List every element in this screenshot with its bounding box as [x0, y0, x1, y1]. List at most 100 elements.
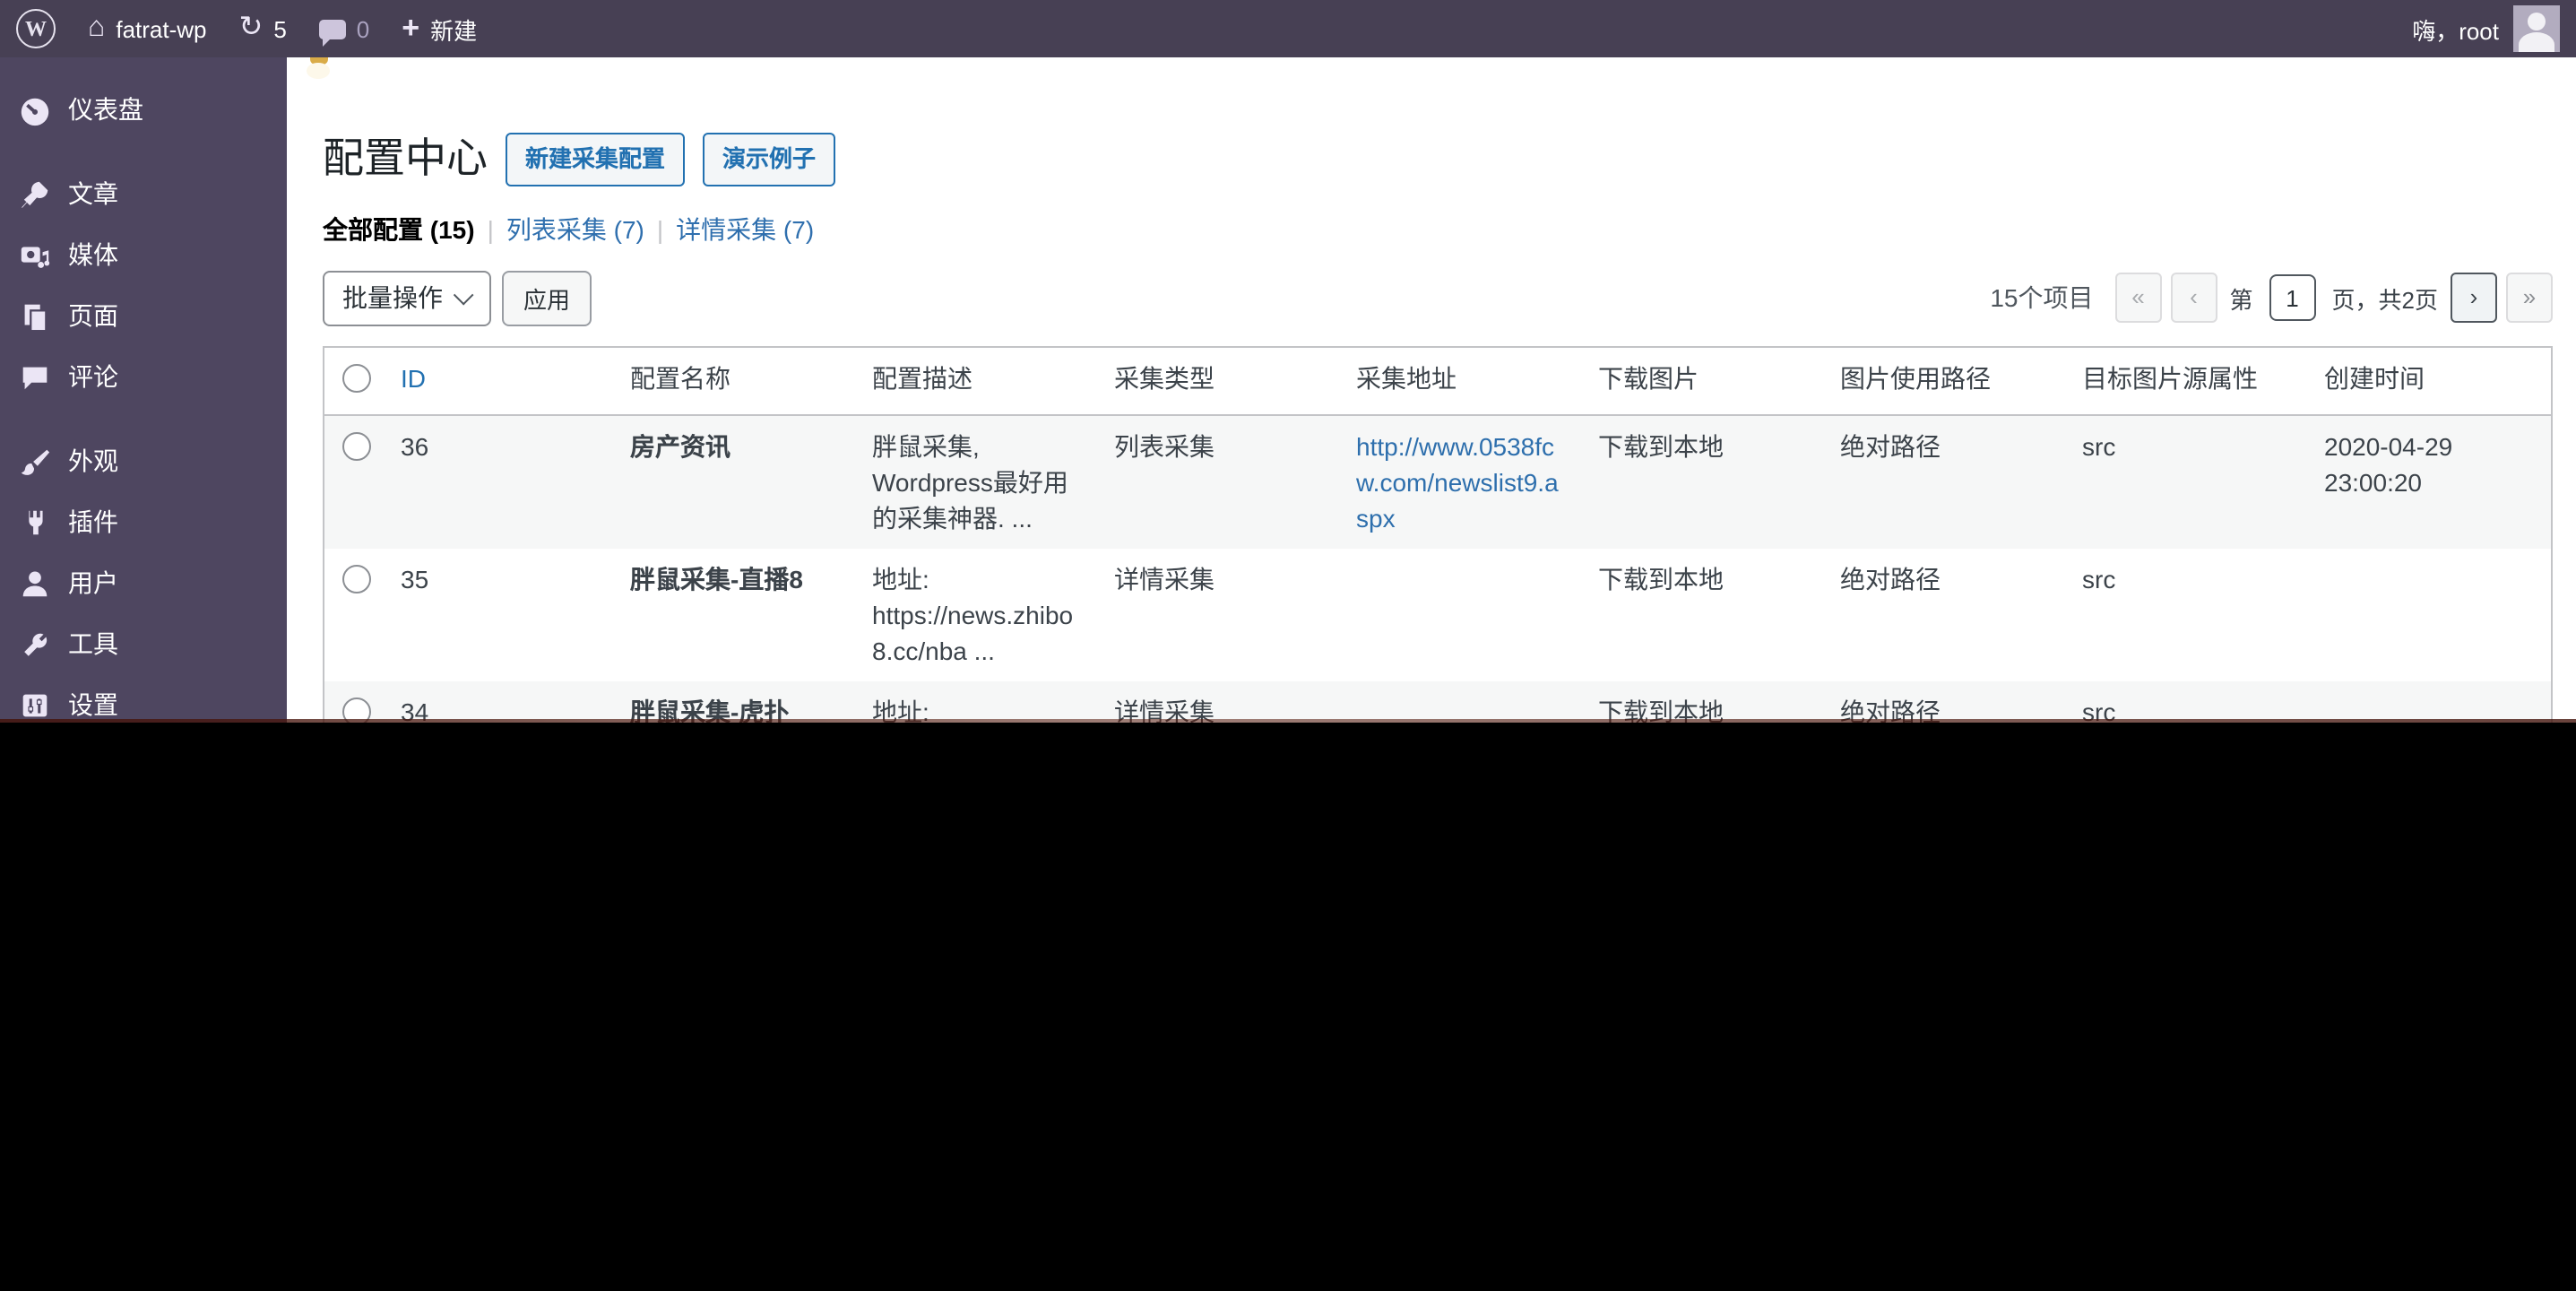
wordpress-admin-window: W ⌂ fatrat-wp ↻ 5 0 + 新建 — [0, 0, 2576, 723]
sidebar-item-appearance-brush[interactable]: 外观 — [0, 430, 287, 491]
filter-separator: | — [657, 215, 663, 244]
wordpress-logo-button[interactable]: W — [0, 0, 72, 57]
filter-links: 全部配置 (15) | 列表采集 (7) | 详情采集 (7) — [323, 212, 2553, 247]
row-checkbox[interactable] — [342, 565, 371, 594]
sidebar-item-comments[interactable]: 评论 — [0, 346, 287, 407]
demo-example-button[interactable]: 演示例子 — [703, 133, 835, 186]
next-page-button[interactable]: › — [2451, 273, 2497, 323]
admin-bar-right: 嗨，root — [2396, 0, 2576, 57]
cell-config-description-text: 胖鼠采集, Wordpress最好用的采集神器. ... — [872, 429, 1078, 536]
greeting-text: 嗨，root — [2412, 12, 2499, 46]
new-content-link[interactable]: + 新建 — [385, 0, 493, 57]
chevron-down-icon — [454, 284, 474, 305]
sidebar-item-pages[interactable]: 页面 — [0, 285, 287, 346]
sidebar-item-posts-pin[interactable]: 文章 — [0, 163, 287, 224]
sidebar-item-label: 工具 — [68, 626, 118, 662]
header-cell: 图片使用路径 — [1822, 347, 2064, 415]
filter-item: 详情采集 (7) — [676, 212, 814, 247]
filter-link-2[interactable]: 详情采集 (7) — [676, 212, 814, 247]
cell-checkbox — [324, 681, 383, 723]
filter-separator: | — [488, 215, 494, 244]
cell-id: 34 — [383, 681, 612, 723]
sort-by-id-link[interactable]: ID — [401, 364, 426, 393]
tools-wrench-icon — [16, 626, 52, 662]
my-account-link[interactable]: 嗨，root — [2396, 0, 2576, 57]
select-all-checkbox[interactable] — [342, 364, 371, 393]
current-page-input[interactable] — [2269, 274, 2316, 321]
cell-collect-type: 详情采集 — [1096, 681, 1338, 723]
sidebar-item-settings-sliders[interactable]: 设置 — [0, 674, 287, 723]
bulk-action-select[interactable]: 批量操作 — [323, 270, 491, 325]
comments-link[interactable]: 0 — [303, 0, 385, 57]
header-cell: 采集地址 — [1338, 347, 1580, 415]
cell-collect-url — [1338, 549, 1580, 681]
cell-id: 36 — [383, 415, 612, 549]
table-row: 35胖鼠采集-直播8地址: https://news.zhibo8.cc/nba… — [324, 549, 2552, 681]
cell-collect-type: 列表采集 — [1096, 415, 1338, 549]
cell-created-time — [2306, 549, 2552, 681]
pages-icon — [16, 298, 52, 334]
items-total: 15个项目 — [1990, 280, 2093, 316]
new-collect-config-button[interactable]: 新建采集配置 — [506, 133, 685, 186]
table-nav: 批量操作 应用 15个项目 « ‹ 第 页，共2页 › » — [323, 271, 2553, 325]
media-camera-icon — [16, 237, 52, 273]
cell-config-name: 房产资讯 — [612, 415, 854, 549]
cell-config-name: 胖鼠采集-直播8 — [612, 549, 854, 681]
comment-count: 0 — [357, 15, 369, 42]
dashboard-icon — [16, 91, 52, 127]
comments-bubble-icon — [319, 19, 346, 39]
sidebar-item-label: 文章 — [68, 176, 118, 212]
site-home-link[interactable]: ⌂ fatrat-wp — [72, 0, 223, 57]
new-content-label: 新建 — [430, 12, 477, 46]
header-cell-checkbox — [324, 347, 383, 415]
header-cell: 配置描述 — [854, 347, 1096, 415]
sidebar-item-tools-wrench[interactable]: 工具 — [0, 613, 287, 674]
cell-download-image: 下载到本地 — [1580, 415, 1822, 549]
row-checkbox[interactable] — [342, 432, 371, 461]
cell-created-time: 2020-04-29 23:00:20 — [2306, 415, 2552, 549]
header-cell: 创建时间 — [2306, 347, 2552, 415]
menu-separator — [0, 140, 287, 163]
filter-item: 全部配置 (15) | — [323, 212, 506, 247]
wordpress-logo-icon: W — [16, 9, 56, 48]
prev-page-button[interactable]: ‹ — [2171, 273, 2217, 323]
sidebar-item-dashboard[interactable]: 仪表盘 — [0, 79, 287, 140]
cell-created-time — [2306, 681, 2552, 723]
table-row: 36房产资讯胖鼠采集, Wordpress最好用的采集神器. ...列表采集ht… — [324, 415, 2552, 549]
appearance-brush-icon — [16, 443, 52, 479]
cutoff-notice-sliver — [310, 57, 328, 65]
header-cell: 下载图片 — [1580, 347, 1822, 415]
admin-bar-left: W ⌂ fatrat-wp ↻ 5 0 + 新建 — [0, 0, 493, 57]
menu-separator — [0, 407, 287, 430]
plugins-plug-icon — [16, 504, 52, 540]
filter-link-1[interactable]: 列表采集 (7) — [506, 212, 644, 247]
apply-button[interactable]: 应用 — [502, 270, 592, 325]
header-cell: 目标图片源属性 — [2064, 347, 2306, 415]
filter-link-0[interactable]: 全部配置 (15) — [323, 212, 475, 247]
sidebar-item-users[interactable]: 用户 — [0, 552, 287, 613]
sidebar-item-label: 外观 — [68, 443, 118, 479]
sidebar-item-label: 设置 — [68, 687, 118, 723]
cell-config-description: 胖鼠采集, Wordpress最好用的采集神器. ... — [854, 415, 1096, 549]
admin-bar: W ⌂ fatrat-wp ↻ 5 0 + 新建 — [0, 0, 2576, 57]
header-cell: 配置名称 — [612, 347, 854, 415]
first-page-button[interactable]: « — [2115, 273, 2162, 323]
admin-sidebar: 仪表盘文章媒体页面评论外观插件用户工具设置 — [0, 57, 287, 723]
cell-image-path: 绝对路径 — [1822, 681, 2064, 723]
title-bar: 配置中心 新建采集配置 演示例子 — [323, 57, 2553, 186]
sidebar-item-plugins-plug[interactable]: 插件 — [0, 491, 287, 552]
sidebar-item-label: 用户 — [68, 565, 118, 601]
sidebar-item-label: 插件 — [68, 504, 118, 540]
page-suffix-label: 页，共2页 — [2332, 281, 2438, 315]
collect-url-link[interactable]: http://www.0538fcw.com/newslist9.aspx — [1356, 432, 1559, 533]
cell-collect-url — [1338, 681, 1580, 723]
cell-id: 35 — [383, 549, 612, 681]
bulk-actions: 批量操作 应用 — [323, 270, 592, 325]
sidebar-item-label: 页面 — [68, 298, 118, 334]
posts-pin-icon — [16, 176, 52, 212]
last-page-button[interactable]: » — [2506, 273, 2553, 323]
screen: W ⌂ fatrat-wp ↻ 5 0 + 新建 — [0, 0, 2576, 1291]
updates-link[interactable]: ↻ 5 — [223, 0, 303, 57]
sidebar-item-media-camera[interactable]: 媒体 — [0, 224, 287, 285]
cell-collect-url: http://www.0538fcw.com/newslist9.aspx — [1338, 415, 1580, 549]
